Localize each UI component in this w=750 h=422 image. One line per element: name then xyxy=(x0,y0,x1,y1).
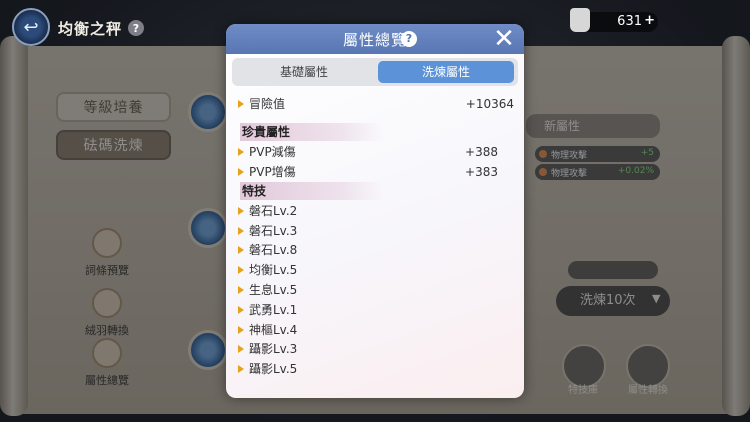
row-label: 躡影Lv.3 xyxy=(249,342,298,356)
bullet-triangle-icon xyxy=(238,206,244,215)
bullet-triangle-icon xyxy=(238,99,244,108)
row-value: +10364 xyxy=(465,97,514,111)
list-item: 躡影Lv.3 xyxy=(238,340,514,358)
row-label: 生息Lv.5 xyxy=(249,283,298,297)
list-item: 生息Lv.5 xyxy=(238,281,514,299)
bullet-triangle-icon xyxy=(238,265,244,274)
row-value: +383 xyxy=(465,165,498,179)
modal-title: 屬性總覽 xyxy=(342,31,407,49)
bullet-triangle-icon xyxy=(238,364,244,373)
row-label: PVP減傷 xyxy=(249,145,296,159)
adventure-value-row: 冒險值 +10364 xyxy=(238,95,514,113)
list-item: 磐石Lv.8 xyxy=(238,241,514,259)
tab-basic-attributes[interactable]: 基礎屬性 xyxy=(236,61,372,83)
back-button[interactable]: ↩ xyxy=(12,8,50,46)
list-item: 均衡Lv.5 xyxy=(238,261,514,279)
help-icon[interactable]: ? xyxy=(401,31,417,47)
close-icon[interactable]: ✕ xyxy=(490,25,518,53)
row-label: 武勇Lv.1 xyxy=(249,303,298,317)
row-value: +388 xyxy=(465,145,498,159)
list-item: 磐石Lv.3 xyxy=(238,222,514,240)
list-item: PVP減傷 +388 xyxy=(238,143,514,161)
list-item: 躡影Lv.5 xyxy=(238,360,514,378)
bullet-triangle-icon xyxy=(238,226,244,235)
help-icon[interactable]: ? xyxy=(128,20,144,36)
section-header-precious: 珍貴屬性 xyxy=(240,123,384,141)
row-label: 神樞Lv.4 xyxy=(249,323,298,337)
currency-display: 631 + xyxy=(570,8,658,32)
row-label: 磐石Lv.3 xyxy=(249,224,298,238)
attribute-overview-modal: 屬性總覽 ? ✕ 基礎屬性 洗煉屬性 冒險值 +10364 珍貴屬性 PVP減傷… xyxy=(226,24,524,398)
row-label: 躡影Lv.5 xyxy=(249,362,298,376)
list-item: 磐石Lv.2 xyxy=(238,202,514,220)
list-item: PVP增傷 +383 xyxy=(238,163,514,181)
tab-wash-attributes[interactable]: 洗煉屬性 xyxy=(378,61,514,83)
bullet-triangle-icon xyxy=(238,147,244,156)
back-arrow-icon: ↩ xyxy=(23,16,39,38)
page-title: 均衡之秤 xyxy=(58,20,123,38)
weight-icon xyxy=(570,8,590,32)
bullet-triangle-icon xyxy=(238,285,244,294)
bullet-triangle-icon xyxy=(238,344,244,353)
row-label: PVP增傷 xyxy=(249,165,296,179)
bullet-triangle-icon xyxy=(238,245,244,254)
tab-bar: 基礎屬性 洗煉屬性 xyxy=(232,58,518,86)
row-label: 冒險值 xyxy=(249,97,286,111)
currency-value: 631 xyxy=(617,14,642,29)
section-header-skills: 特技 xyxy=(240,182,384,200)
row-label: 磐石Lv.8 xyxy=(249,243,298,257)
row-label: 均衡Lv.5 xyxy=(249,263,298,277)
list-item: 神樞Lv.4 xyxy=(238,321,514,339)
bullet-triangle-icon xyxy=(238,167,244,176)
add-currency-icon[interactable]: + xyxy=(644,13,655,28)
row-label: 磐石Lv.2 xyxy=(249,204,298,218)
bullet-triangle-icon xyxy=(238,325,244,334)
bullet-triangle-icon xyxy=(238,305,244,314)
list-item: 武勇Lv.1 xyxy=(238,301,514,319)
modal-header: 屬性總覽 ? ✕ xyxy=(226,24,524,54)
